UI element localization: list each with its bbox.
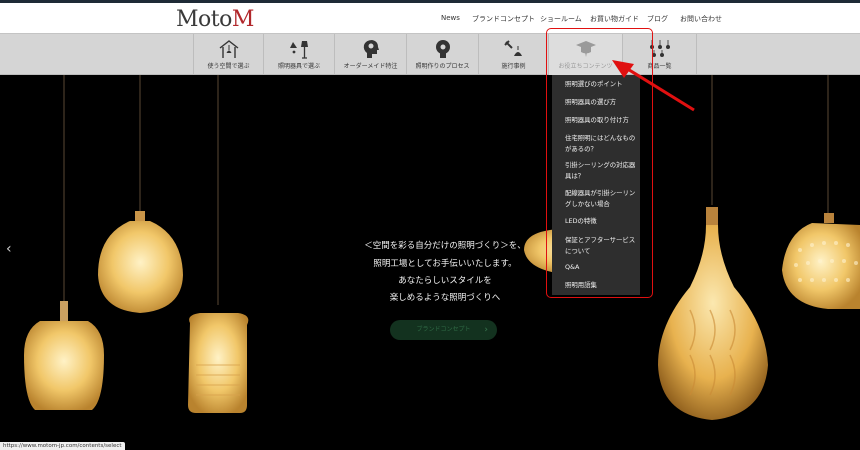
slider-prev-button[interactable]: ‹	[6, 241, 12, 257]
bulb-gear-icon	[435, 40, 450, 58]
nav-brand-concept[interactable]: ブランドコンセプト	[472, 14, 535, 24]
nav-contact[interactable]: お問い合わせ	[680, 14, 722, 24]
brand-concept-button[interactable]: ブランドコンセプト ›	[390, 320, 497, 340]
house-lamp-icon	[219, 40, 238, 58]
nav-news[interactable]: News	[441, 14, 460, 22]
hero-line: 照明工場としてお手伝いいたします。	[373, 259, 517, 269]
status-bar-url: https://www.motom-jp.com/contents/select	[0, 442, 125, 450]
head-bulb-icon	[363, 40, 379, 58]
category-bar: 使う空間で選ぶ 照明器具で選ぶ オーダーメイド特注 照明作りのプロセス 施行事例…	[0, 33, 860, 76]
cat-label: オーダーメイド特注	[343, 63, 398, 70]
cat-making-process[interactable]: 照明作りのプロセス	[406, 34, 478, 76]
hero-line: ＜空間を彩る自分だけの照明づくり＞を、	[364, 241, 526, 251]
motom-logo[interactable]: MotoM	[176, 7, 254, 32]
cta-label: ブランドコンセプト	[416, 326, 471, 333]
nav-shopping-guide[interactable]: お買い物ガイド	[590, 14, 639, 24]
hero-slider: ‹ ＜空間を彩る自分だけの照明づくり＞を、 照明工場としてお手伝いいたします。 …	[0, 75, 860, 450]
lamp-set-icon	[290, 41, 308, 59]
cat-label: 施行事例	[501, 63, 526, 70]
cat-label: 使う空間で選ぶ	[207, 63, 250, 70]
chevron-right-icon: ›	[484, 325, 488, 335]
cat-custom-order[interactable]: オーダーメイド特注	[334, 34, 406, 76]
nav-blog[interactable]: ブログ	[647, 14, 668, 24]
cat-choose-by-space[interactable]: 使う空間で選ぶ	[193, 34, 263, 76]
hero-line: 楽しめるような照明づくりへ	[389, 293, 501, 303]
highlight-box	[546, 28, 653, 298]
cat-case-studies[interactable]: 施行事例	[478, 34, 548, 76]
cat-label: 照明器具で選ぶ	[277, 63, 320, 70]
hero-line: あなたらしいスタイルを	[398, 276, 492, 286]
hammer-lamp-icon	[503, 40, 522, 56]
site-header: MotoM News ブランドコンセプト ショールーム お買い物ガイド ブログ …	[0, 3, 860, 33]
nav-showroom[interactable]: ショールーム	[540, 14, 582, 24]
cat-choose-by-fixture[interactable]: 照明器具で選ぶ	[263, 34, 334, 76]
cat-label: 照明作りのプロセス	[415, 63, 470, 70]
